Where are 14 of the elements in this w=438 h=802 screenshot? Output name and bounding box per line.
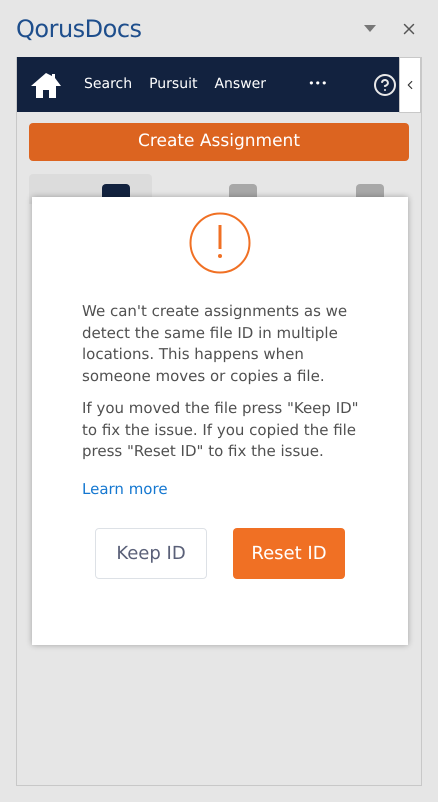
warning-icon (188, 211, 252, 275)
learn-more-link[interactable]: Learn more (82, 478, 368, 500)
keep-button[interactable]: Keep ID (95, 528, 207, 579)
nav-link[interactable]: Pursuit (149, 74, 198, 95)
create-assignment-button[interactable]: Create Assignment (29, 123, 409, 161)
message-text: If you moved the file press "Keep ID" to fix the issue. If you copied the file press "Reset ID" to fix the issue. (82, 398, 360, 462)
nav-link[interactable]: Search (84, 74, 132, 95)
dropdown-icon[interactable] (364, 25, 376, 32)
message-text: We can't create assignments as we detect the same file ID in multiple locations. This happens when someone moves or copies a file. (82, 301, 348, 386)
home-icon[interactable] (29, 70, 63, 98)
nav-link[interactable]: Answer (214, 74, 266, 95)
pane-title: QorusDocs (16, 14, 142, 44)
help-icon[interactable] (373, 73, 397, 97)
nav-link[interactable]: ••• (308, 76, 328, 93)
